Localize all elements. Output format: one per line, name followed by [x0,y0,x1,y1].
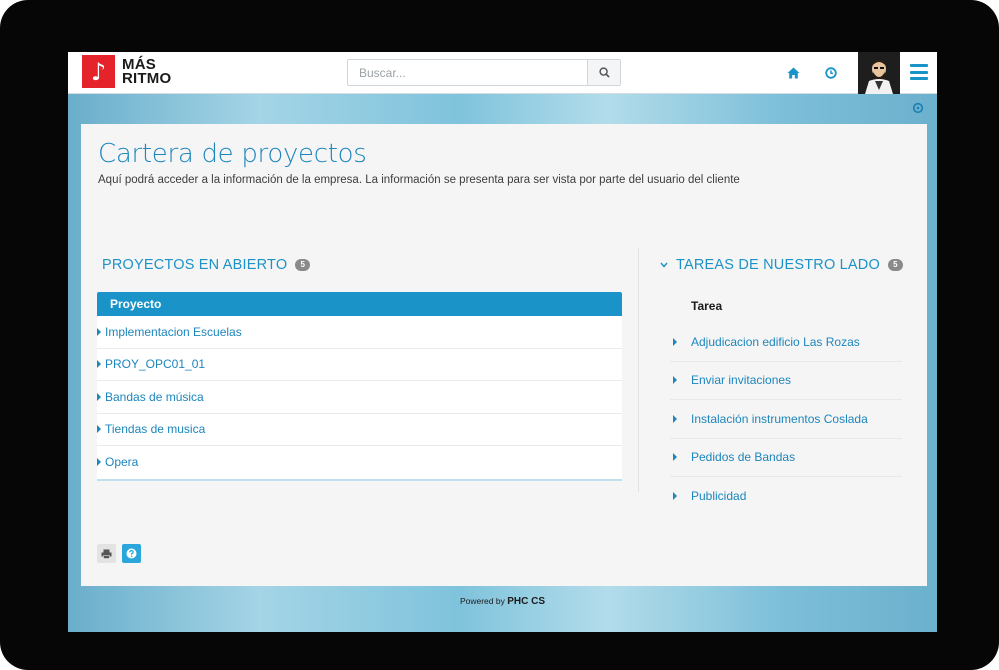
task-row[interactable]: Publicidad [670,477,902,516]
projects-title-text: PROYECTOS EN ABIERTO [102,257,288,273]
task-row[interactable]: Adjudicacion edificio Las Rozas [670,323,902,362]
tasks-count-badge: 5 [887,259,903,271]
screen: ♪ MÁS RITMO Buscar... Cartera de proyect… [68,52,937,632]
device-frame: ♪ MÁS RITMO Buscar... Cartera de proyect… [0,0,999,670]
caret-right-icon [673,492,677,501]
settings-icon[interactable] [912,102,924,114]
help-icon [126,548,137,559]
search-icon [598,67,610,78]
project-row-label: Implementacion Escuelas [105,324,242,339]
project-row-label: Tiendas de musica [105,422,206,437]
tasks-column-header: Tarea [691,299,723,313]
caret-right-icon [673,376,677,385]
project-row[interactable]: Bandas de música [97,381,622,414]
task-row-label: Pedidos de Bandas [691,450,796,465]
menu-icon-bar [910,77,928,80]
page-subtitle: Aquí podrá acceder a la información de l… [98,174,740,186]
footer: Powered by PHC CS [68,596,937,607]
brand-name: MÁS RITMO [122,57,172,87]
navbar: ♪ MÁS RITMO [68,52,937,94]
search-box [347,59,621,86]
menu-icon [910,64,928,67]
search-input[interactable] [348,60,587,85]
caret-right-icon [97,425,101,434]
menu-button[interactable] [910,64,928,80]
projects-table: Proyecto Implementacion Escuelas PROY_OPC… [97,292,622,481]
chevron-down-icon [660,260,668,271]
caret-right-icon [673,337,677,346]
projects-column-header: Proyecto [97,292,622,316]
task-row-label: Instalación instrumentos Coslada [691,411,868,426]
project-row-label: Bandas de música [105,389,204,404]
music-note-icon: ♪ [82,55,115,88]
main-panel: Cartera de proyectos Aquí podrá acceder … [81,124,927,586]
tasks-section-title[interactable]: TAREAS DE NUESTRO LADO 5 [660,257,903,273]
home-icon [787,67,799,79]
projects-count-badge: 5 [295,259,311,271]
caret-right-icon [97,360,101,369]
section-divider [638,248,639,492]
task-row-label: Enviar invitaciones [691,373,792,388]
history-button[interactable] [822,64,840,82]
printer-icon [101,549,112,559]
project-row[interactable]: Tiendas de musica [97,413,622,446]
project-row-label: PROY_OPC01_01 [105,357,206,372]
project-row-label: Opera [105,455,139,470]
brand-logo[interactable]: ♪ MÁS RITMO [82,55,171,88]
caret-right-icon [97,392,101,401]
footer-prefix: Powered by [459,596,505,606]
footer-brand: PHC CS [507,596,546,607]
print-button[interactable] [97,544,116,563]
user-avatar-icon [865,59,893,94]
tasks-list: Tarea Adjudicacion edificio Las Rozas Env… [670,299,902,516]
task-row-label: Adjudicacion edificio Las Rozas [691,334,860,349]
caret-right-icon [673,453,677,462]
task-row-label: Publicidad [691,489,747,504]
action-buttons [97,544,141,563]
task-row[interactable]: Pedidos de Bandas [670,439,902,477]
clock-icon [825,67,837,79]
page-title: Cartera de proyectos [98,139,367,169]
brand-line-2: RITMO [122,69,172,87]
caret-right-icon [97,327,101,336]
project-row[interactable]: Implementacion Escuelas [97,316,622,349]
project-row[interactable]: PROY_OPC01_01 [97,348,622,381]
project-row[interactable]: Opera [97,446,622,479]
caret-right-icon [673,414,677,423]
projects-section-title: PROYECTOS EN ABIERTO 5 [102,257,311,273]
search-button[interactable] [587,60,620,85]
menu-icon-bar [910,70,928,74]
task-row[interactable]: Enviar invitaciones [670,362,902,400]
caret-right-icon [97,458,101,467]
home-button[interactable] [784,64,802,82]
help-button[interactable] [122,544,141,563]
task-row[interactable]: Instalación instrumentos Coslada [670,400,902,439]
tasks-title-text: TAREAS DE NUESTRO LADO [676,257,880,273]
avatar[interactable] [858,52,900,94]
